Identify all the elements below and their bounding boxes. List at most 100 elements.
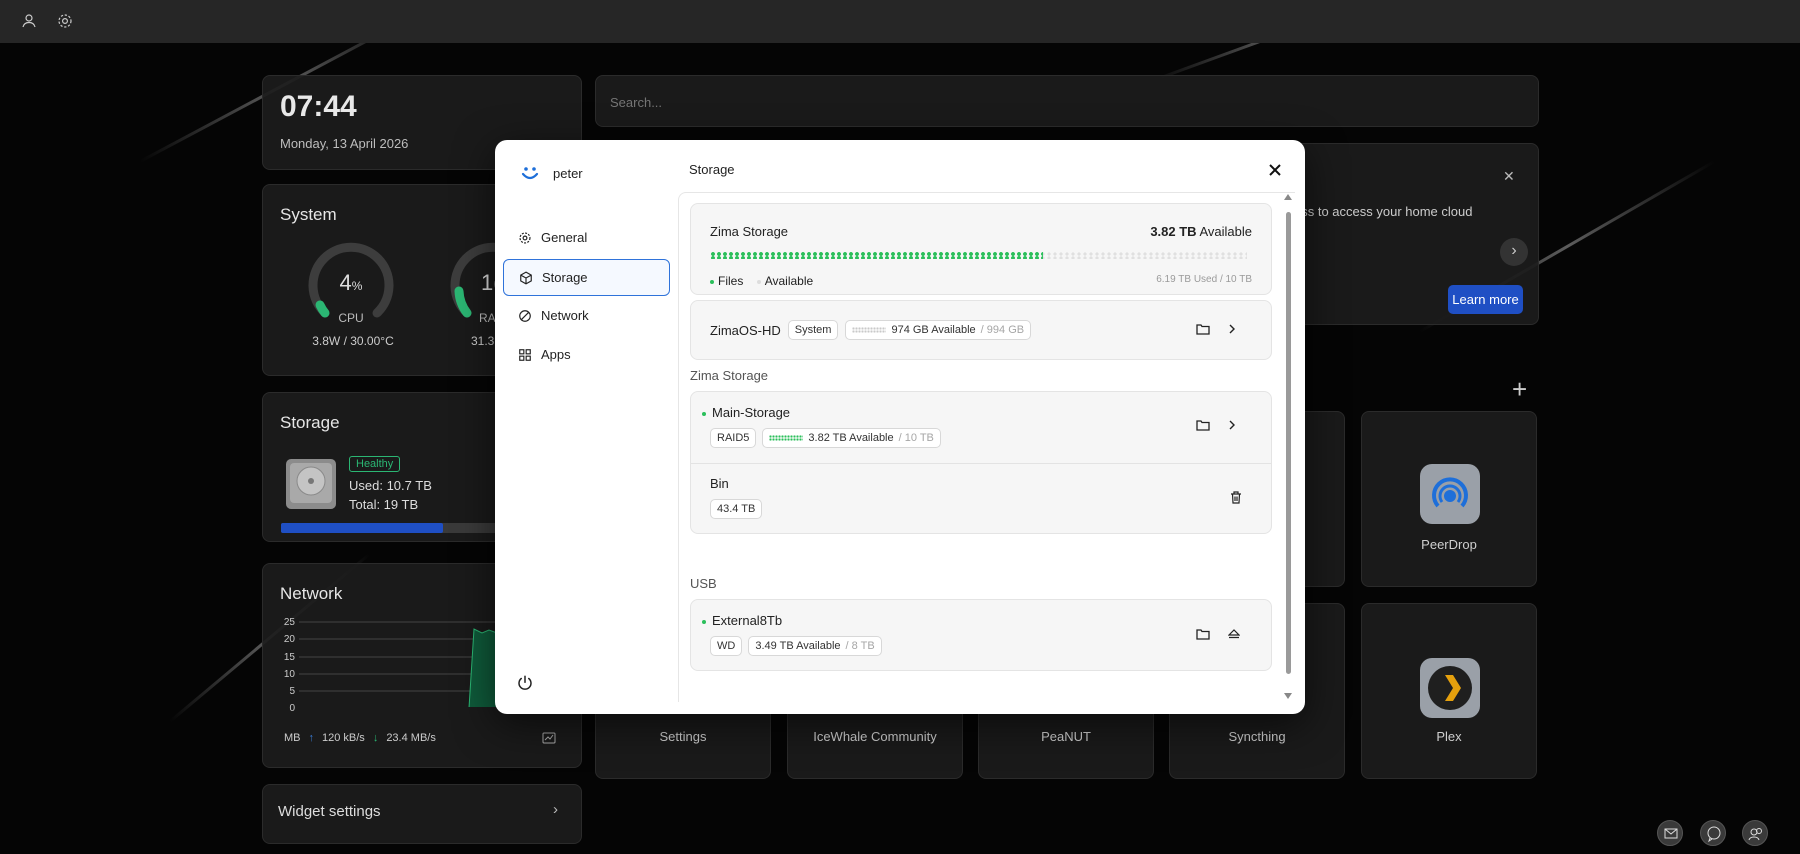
eject-icon[interactable] xyxy=(1228,628,1240,640)
folder-icon[interactable] xyxy=(1196,323,1210,335)
summary-available: 3.82 TB Available xyxy=(1150,224,1252,239)
trash-icon[interactable] xyxy=(1230,491,1242,504)
gear-icon[interactable] xyxy=(56,12,74,30)
scroll-down-icon[interactable] xyxy=(1284,693,1292,699)
download-speed: 23.4 MB/s xyxy=(386,732,436,744)
usb-disk-row[interactable]: External8Tb WD 3.49 TB Available/ 8 TB xyxy=(690,599,1272,671)
people-icon[interactable] xyxy=(1742,820,1768,846)
nav-item-apps[interactable]: Apps xyxy=(503,336,670,373)
chat-icon[interactable] xyxy=(1700,820,1726,846)
app-label: PeerDrop xyxy=(1421,537,1477,552)
y-tick-label: 15 xyxy=(283,652,295,663)
bin-row[interactable]: Bin 43.4 TB xyxy=(691,464,1271,534)
disk-capacity: 974 GB Available/ 994 GB xyxy=(845,320,1032,340)
mail-icon[interactable] xyxy=(1657,820,1683,846)
nav-item-general[interactable]: General xyxy=(503,219,670,256)
usb-info: WD 3.49 TB Available/ 8 TB xyxy=(710,636,882,656)
storage-usage-fill xyxy=(710,252,1043,259)
hard-drive-icon xyxy=(286,459,336,509)
storage-progress-fill xyxy=(281,523,444,533)
clock-date: Monday, 13 April 2026 xyxy=(280,136,409,151)
clock-time: 07:44 xyxy=(280,90,357,123)
modal-sidebar: peter General Storage Network Apps xyxy=(495,140,670,714)
raid-tag: RAID5 xyxy=(710,428,757,448)
power-icon[interactable] xyxy=(516,674,534,692)
main-storage-row[interactable]: Main-Storage RAID5 3.82 TB Available/ 10… xyxy=(691,392,1271,463)
nav-label: General xyxy=(541,230,588,245)
chevron-right-icon[interactable] xyxy=(1228,323,1236,335)
widget-settings-label: Widget settings xyxy=(278,803,381,820)
user-icon[interactable] xyxy=(20,12,38,30)
usb-actions xyxy=(1196,628,1240,640)
storage-total: Total: 19 TB xyxy=(349,497,419,512)
upload-arrow-icon: ↑ xyxy=(308,732,315,744)
usage-legend: Files Available xyxy=(710,274,813,288)
chevron-right-icon[interactable] xyxy=(1228,419,1236,431)
app-label: IceWhale Community xyxy=(813,729,937,744)
upload-speed: 120 kB/s xyxy=(322,732,365,744)
app-label: Settings xyxy=(659,729,707,744)
banner-text: ess to access your home cloud xyxy=(1294,204,1473,219)
close-icon[interactable] xyxy=(1267,162,1283,178)
section-usb: USB xyxy=(690,576,717,591)
bin-name: Bin xyxy=(710,476,729,491)
close-icon[interactable]: ✕ xyxy=(1503,168,1515,185)
scroll-up-icon[interactable] xyxy=(1284,194,1292,200)
system-title: System xyxy=(280,205,337,224)
widget-settings-card[interactable]: Widget settings › xyxy=(262,784,582,844)
search-input[interactable] xyxy=(610,90,1510,114)
network-title: Network xyxy=(280,584,343,603)
folder-icon[interactable] xyxy=(1196,419,1210,431)
gear-icon xyxy=(519,231,531,244)
nav-item-network[interactable]: Network xyxy=(503,297,670,334)
zima-storage-summary: Zima Storage 3.82 TB Available Files Ava… xyxy=(690,203,1272,295)
bin-size: 43.4 TB xyxy=(710,499,763,519)
nav-label: Network xyxy=(541,308,589,323)
folder-icon[interactable] xyxy=(1196,628,1210,640)
usb-name: External8Tb xyxy=(702,613,782,628)
system-disk-info: ZimaOS-HD System 974 GB Available/ 994 G… xyxy=(710,320,1032,340)
modal-user: peter xyxy=(519,162,583,184)
pool-name: Main-Storage xyxy=(702,405,790,420)
nav-item-storage[interactable]: Storage xyxy=(503,259,670,296)
pool-actions xyxy=(1196,419,1236,431)
used-text: 6.19 TB Used / 10 TB xyxy=(1156,274,1252,285)
next-arrow-button[interactable]: › xyxy=(1500,238,1528,266)
app-label: Syncthing xyxy=(1228,729,1286,744)
globe-icon xyxy=(519,309,531,322)
cpu-value: 4% xyxy=(339,270,363,295)
avatar xyxy=(519,162,541,184)
ram-detail: 31.3 xyxy=(471,334,495,348)
peerdrop-icon xyxy=(1420,464,1480,524)
disk-name: ZimaOS-HD xyxy=(710,322,781,338)
chevron-right-icon: › xyxy=(553,801,558,818)
cpu-label: CPU xyxy=(338,311,364,325)
section-zima-storage: Zima Storage xyxy=(690,368,769,383)
system-disk-row[interactable]: ZimaOS-HD System 974 GB Available/ 994 G… xyxy=(690,300,1272,360)
cpu-detail: 3.8W / 30.00°C xyxy=(312,334,394,348)
learn-more-button[interactable]: Learn more xyxy=(1448,285,1523,314)
cube-icon xyxy=(520,270,532,285)
nav-label: Storage xyxy=(542,270,588,285)
disk-tag: System xyxy=(787,320,839,340)
app-tile-plex[interactable]: Plex xyxy=(1361,603,1537,779)
app-tile-peerdrop[interactable]: PeerDrop xyxy=(1361,411,1537,587)
storage-usage-bar xyxy=(710,252,1247,259)
username: peter xyxy=(553,165,583,181)
scrollbar-thumb[interactable] xyxy=(1286,212,1291,674)
usb-tag: WD xyxy=(710,636,743,656)
storage-panel: Zima Storage 3.82 TB Available Files Ava… xyxy=(678,192,1295,702)
network-legend: MB ↑ 120 kB/s ↓ 23.4 MB/s xyxy=(284,732,436,744)
network-unit: MB xyxy=(284,732,301,744)
search-bar[interactable] xyxy=(595,75,1539,127)
app-label: Plex xyxy=(1436,729,1462,744)
plex-icon xyxy=(1420,658,1480,718)
storage-used: Used: 10.7 TB xyxy=(349,478,432,493)
add-app-icon[interactable]: + xyxy=(1512,374,1527,405)
storage-settings-modal: peter General Storage Network Apps Stora… xyxy=(495,140,1305,714)
app-label: PeaNUT xyxy=(1041,729,1091,744)
apps-grid-icon xyxy=(519,348,531,361)
pool-info: RAID5 3.82 TB Available/ 10 TB xyxy=(710,428,941,448)
chart-icon[interactable] xyxy=(542,732,556,744)
download-arrow-icon: ↓ xyxy=(372,732,379,744)
